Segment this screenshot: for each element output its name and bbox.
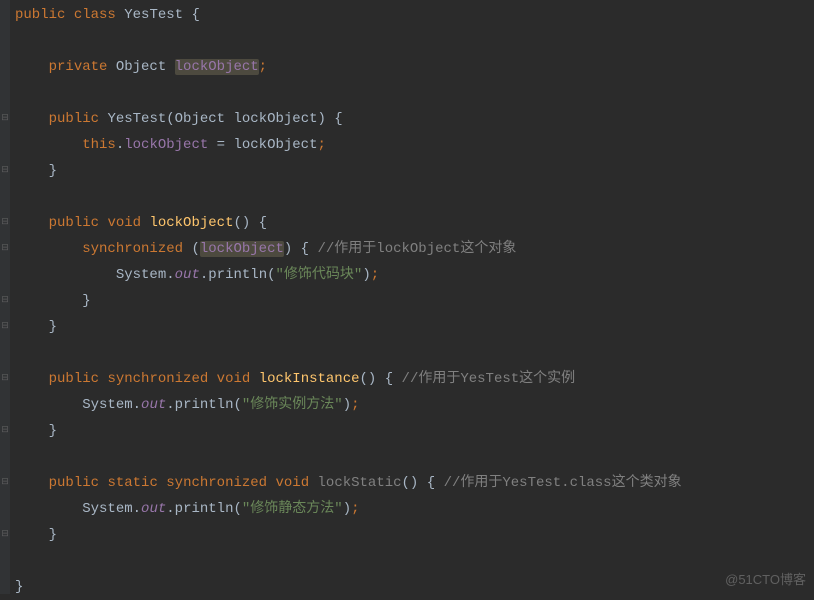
code-line: System.out.println("修饰代码块"); xyxy=(15,267,379,283)
code-line: public YesTest(Object lockObject) { xyxy=(15,111,343,127)
watermark-label: @51CTO博客 xyxy=(725,569,806,588)
fold-marker-icon: ⊟ xyxy=(0,476,10,486)
fold-marker-icon: ⊟ xyxy=(0,528,10,538)
code-line: System.out.println("修饰静态方法"); xyxy=(15,501,360,517)
code-line: public class YesTest { xyxy=(15,7,200,23)
code-line: System.out.println("修饰实例方法"); xyxy=(15,397,360,413)
code-line: public synchronized void lockInstance() … xyxy=(15,371,575,387)
code-line: } xyxy=(15,423,57,439)
fold-marker-icon: ⊟ xyxy=(0,112,10,122)
code-line: } xyxy=(15,579,23,595)
fold-marker-icon: ⊟ xyxy=(0,320,10,330)
code-line: } xyxy=(15,163,57,179)
code-line: public static synchronized void lockStat… xyxy=(15,475,682,491)
editor-gutter: ⊟ ⊟ ⊟ ⊟ ⊟ ⊟ ⊟ ⊟ ⊟ ⊟ xyxy=(0,0,10,594)
fold-marker-icon: ⊟ xyxy=(0,372,10,382)
fold-marker-icon: ⊟ xyxy=(0,216,10,226)
fold-marker-icon: ⊟ xyxy=(0,294,10,304)
code-line: } xyxy=(15,527,57,543)
fold-marker-icon: ⊟ xyxy=(0,424,10,434)
code-line: public void lockObject() { xyxy=(15,215,267,231)
code-line: synchronized (lockObject) { //作用于lockObj… xyxy=(15,241,516,257)
fold-marker-icon: ⊟ xyxy=(0,164,10,174)
code-editor[interactable]: public class YesTest { private Object lo… xyxy=(10,0,814,596)
code-line: } xyxy=(15,319,57,335)
code-line: } xyxy=(15,293,91,309)
highlighted-symbol: lockObject xyxy=(200,241,284,257)
highlighted-symbol: lockObject xyxy=(175,59,259,75)
code-line: private Object lockObject; xyxy=(15,59,267,75)
fold-marker-icon: ⊟ xyxy=(0,242,10,252)
code-line: this.lockObject = lockObject; xyxy=(15,137,326,153)
